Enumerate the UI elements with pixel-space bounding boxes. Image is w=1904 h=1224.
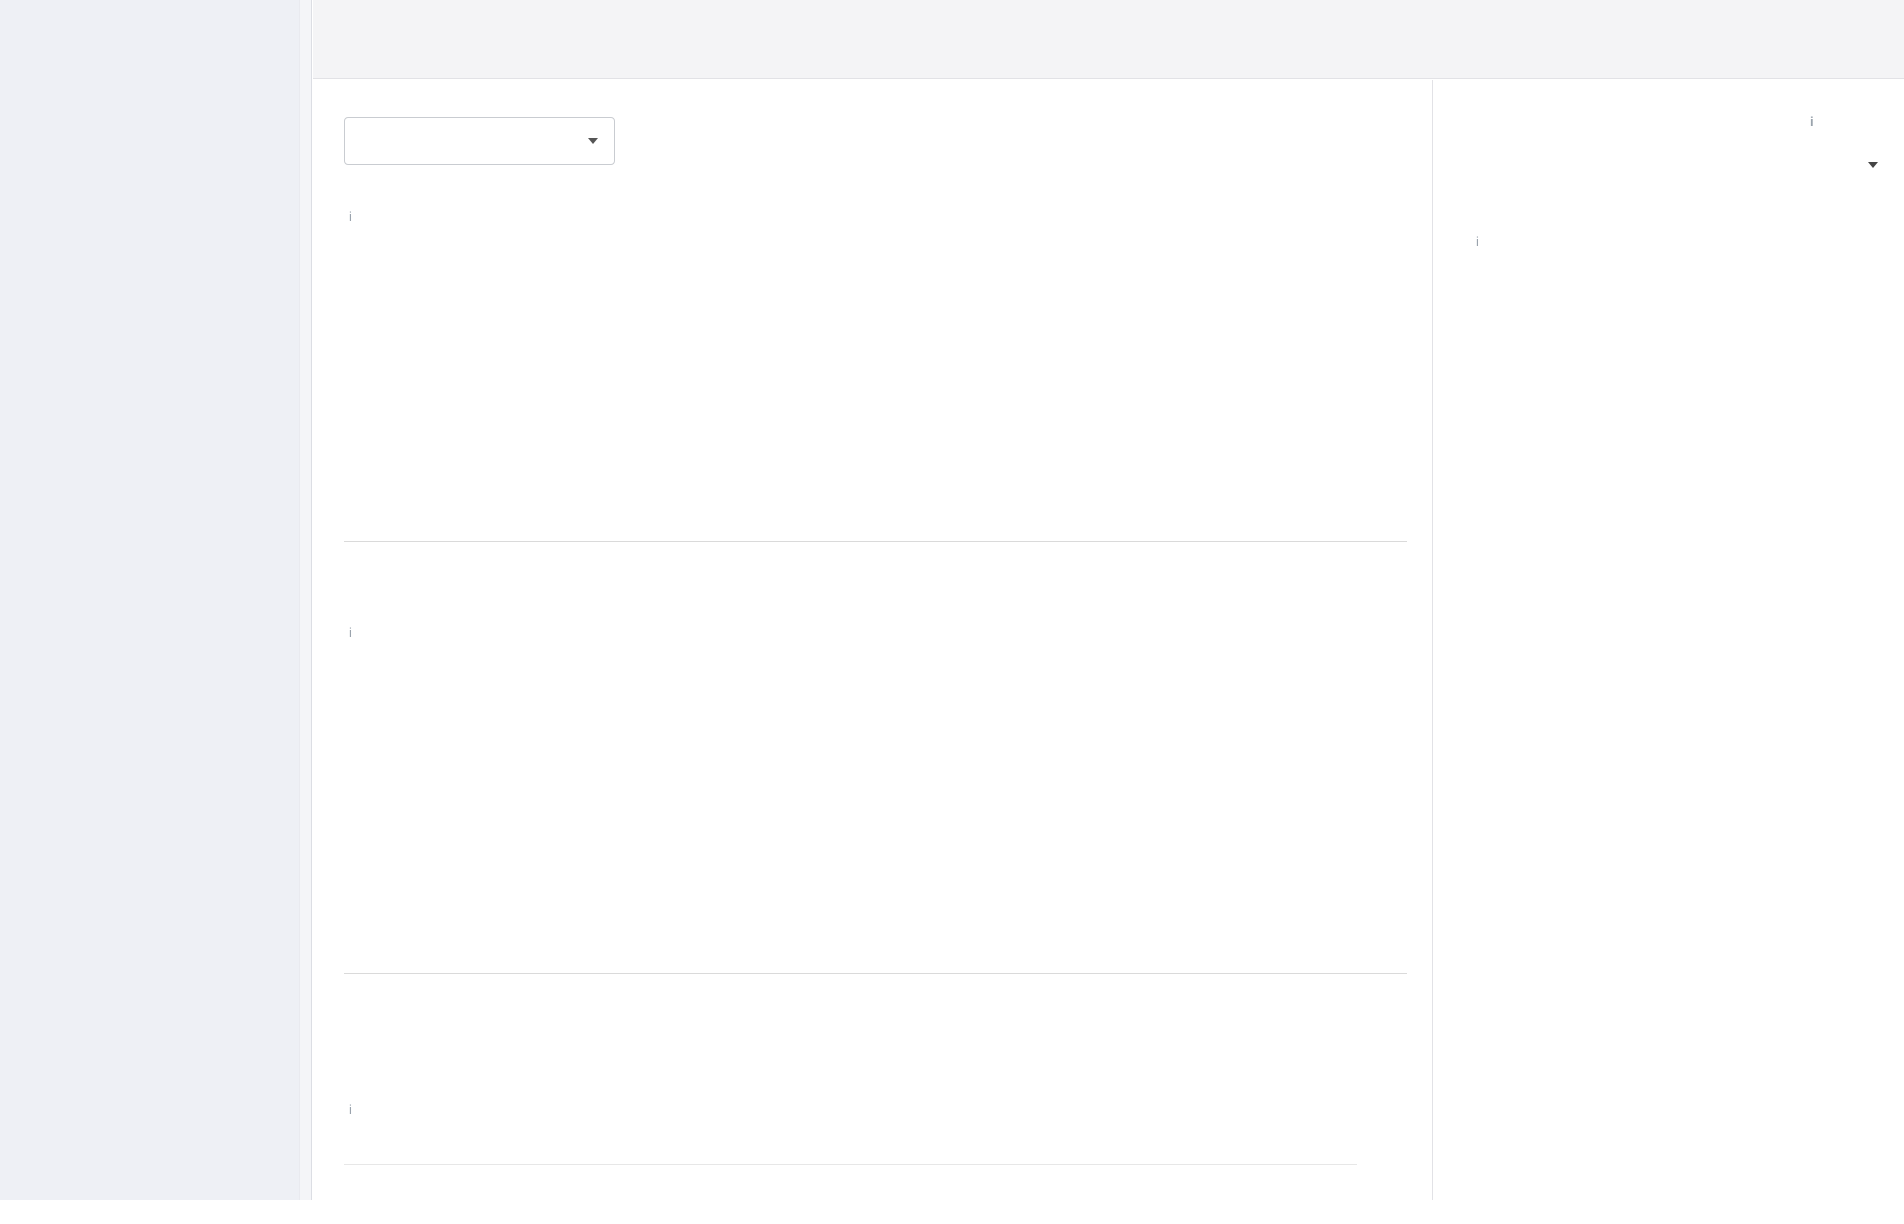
organic-traffic-header: [344, 209, 1407, 233]
organic-traffic-x-axis: [344, 542, 1407, 572]
content: [313, 80, 1904, 1200]
traffic-value-header: [344, 1102, 1407, 1126]
competitors-header: [1471, 234, 1878, 258]
gridline: [344, 1164, 1357, 1165]
info-icon: [349, 209, 352, 224]
sidebar: [0, 0, 312, 1200]
organic-keywords-header: [344, 625, 1407, 649]
organic-keywords-x-axis: [344, 974, 1407, 1004]
chevron-down-icon: [588, 138, 598, 144]
info-icon: [349, 625, 352, 640]
traffic-value-chart: [344, 1164, 1407, 1224]
info-icon: [1476, 234, 1479, 249]
chevron-down-icon: [1868, 162, 1878, 168]
info-icon: [1810, 114, 1814, 129]
column-header-info: [1804, 114, 1878, 129]
countries-panel: [1432, 80, 1904, 1200]
country-select[interactable]: [344, 117, 615, 165]
country-table-header: [1471, 100, 1878, 142]
organic-traffic-chart-svg: [344, 251, 1357, 541]
tab-bar: [313, 0, 1904, 79]
info-icon: [349, 1102, 352, 1117]
keywords-legend: [344, 1020, 1432, 1044]
show-more-button[interactable]: [1471, 142, 1878, 188]
organic-keywords-chart: [344, 676, 1407, 974]
organic-traffic-chart: [344, 251, 1407, 542]
main-column: [313, 80, 1432, 1200]
organic-keywords-chart-svg: [344, 676, 1357, 973]
